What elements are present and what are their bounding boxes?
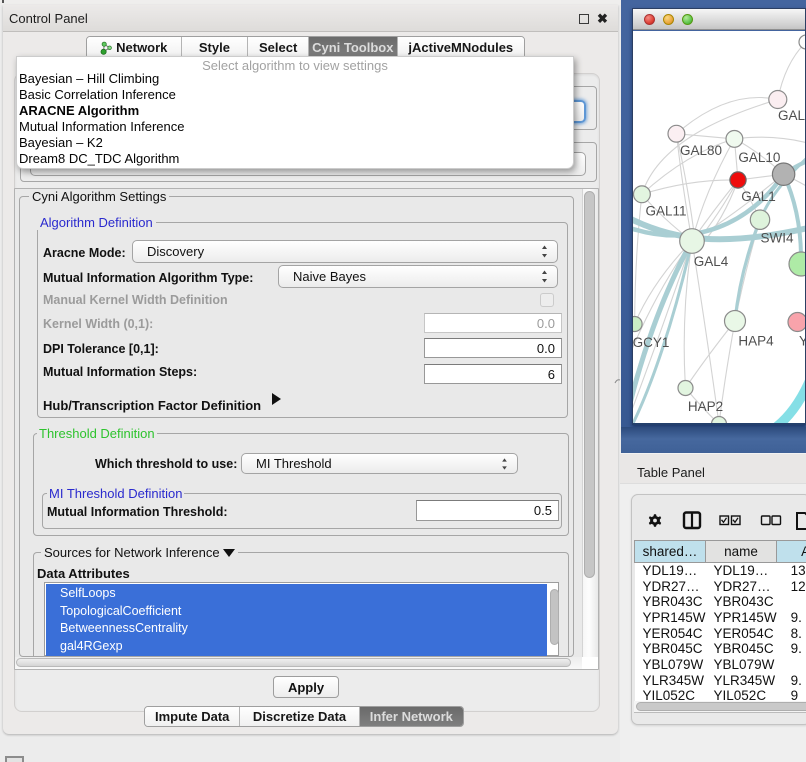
svg-text:YM: YM xyxy=(799,334,805,349)
svg-text:GAL11: GAL11 xyxy=(645,204,686,219)
svg-text:HAP4: HAP4 xyxy=(738,334,774,349)
svg-text:HAP2: HAP2 xyxy=(688,399,723,414)
svg-text:GAL10: GAL10 xyxy=(738,150,780,165)
svg-text:GAL7: GAL7 xyxy=(778,108,805,123)
svg-text:GAL80: GAL80 xyxy=(680,143,722,158)
svg-text:GAL1: GAL1 xyxy=(741,189,776,204)
svg-text:GCY1: GCY1 xyxy=(633,335,669,350)
svg-text:SWI4: SWI4 xyxy=(760,231,793,246)
svg-text:GAL4: GAL4 xyxy=(694,254,729,269)
